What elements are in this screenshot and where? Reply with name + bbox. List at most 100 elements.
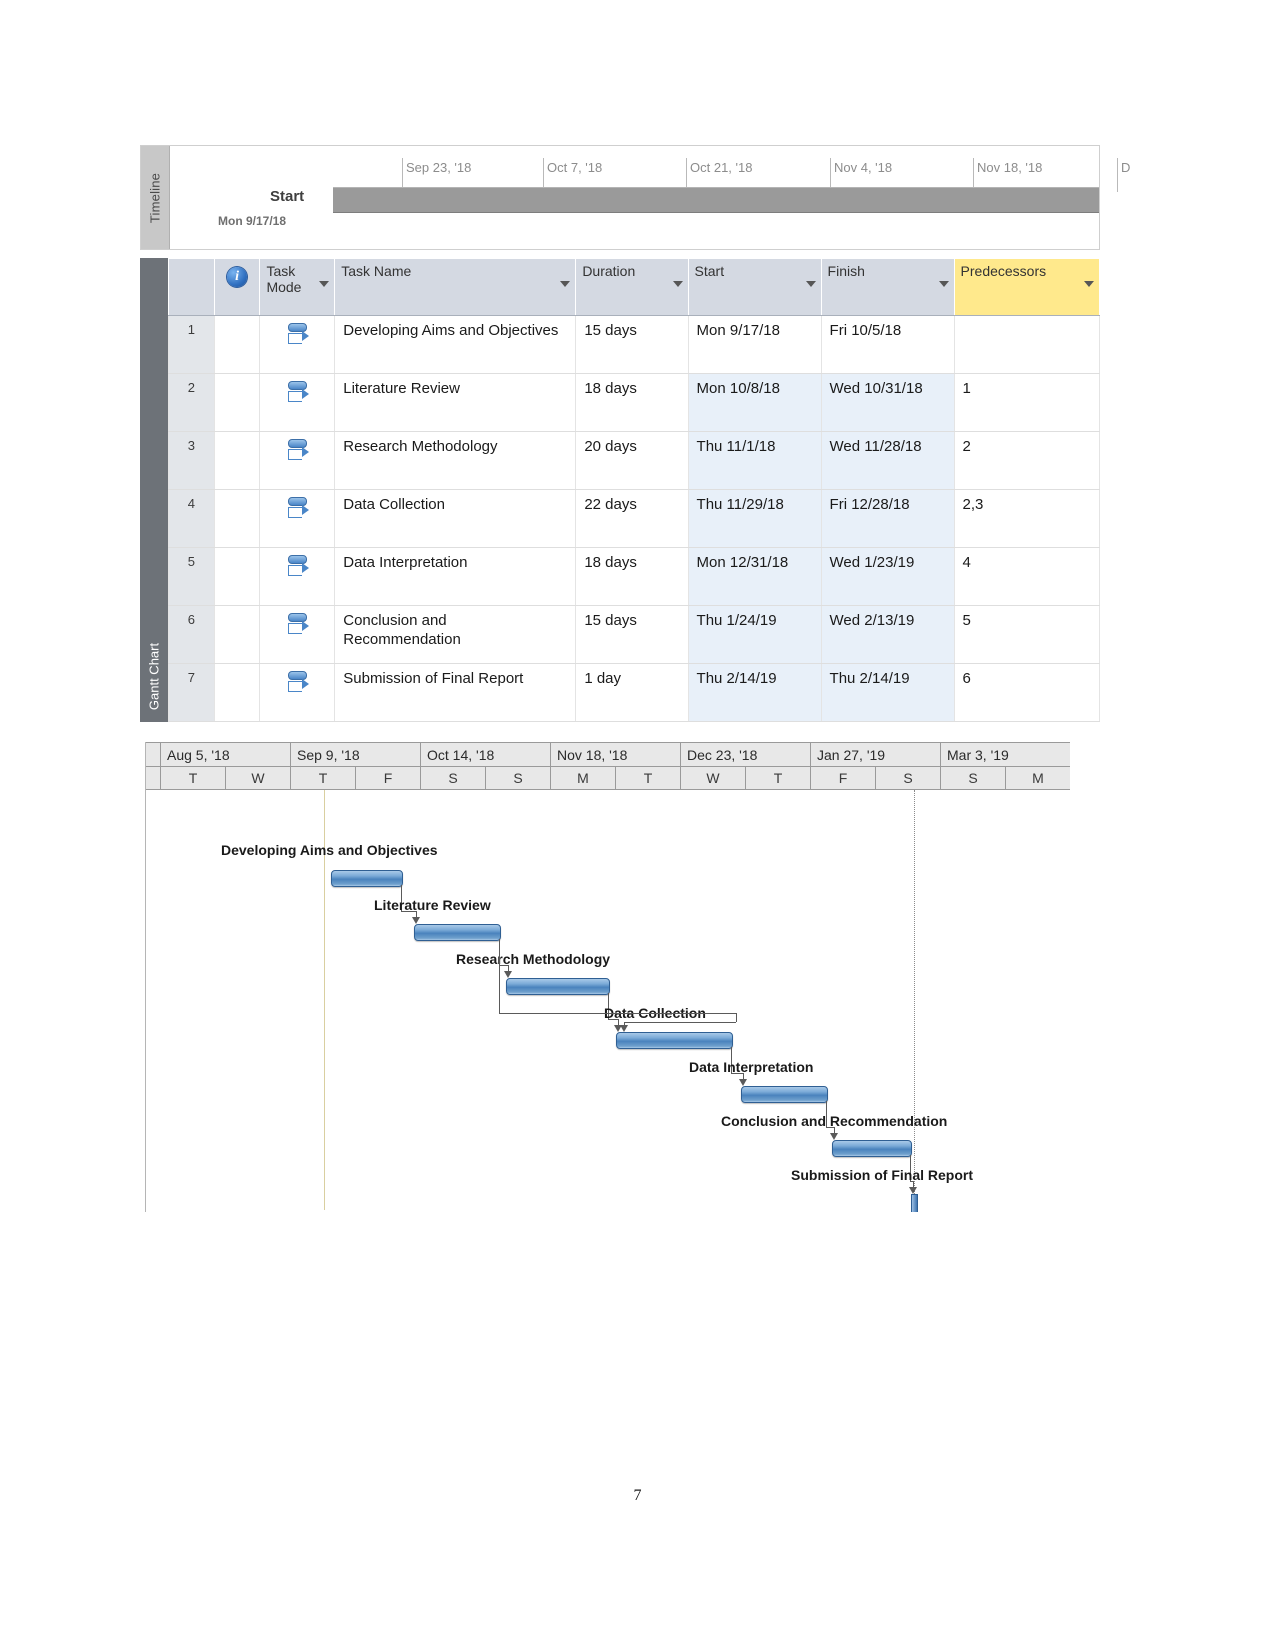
column-header-task-name-label: Task Name xyxy=(341,263,412,279)
duration-cell[interactable]: 15 days xyxy=(575,315,689,374)
start-cell[interactable]: Mon 9/17/18 xyxy=(687,315,822,374)
row-number[interactable]: 7 xyxy=(168,663,215,722)
column-header-indicator[interactable]: i xyxy=(213,258,261,316)
row-number[interactable]: 2 xyxy=(168,373,215,432)
column-header-duration[interactable]: Duration xyxy=(575,258,689,316)
table-row[interactable]: 4 Data Collection 22 days Thu 11/29/18 Fri 1… xyxy=(168,489,1100,548)
table-row[interactable]: 7 Submission of Final Report 1 day Thu 2/14… xyxy=(168,663,1100,722)
duration-cell[interactable]: 20 days xyxy=(575,431,689,490)
row-indicator-cell[interactable] xyxy=(213,605,261,664)
chevron-down-icon[interactable] xyxy=(560,281,571,287)
chevron-down-icon[interactable] xyxy=(805,281,816,287)
timeline-span-bar[interactable] xyxy=(333,187,1099,213)
timescale-lead-cell xyxy=(146,767,161,789)
finish-cell[interactable]: Wed 2/13/19 xyxy=(820,605,955,664)
predecessors-cell[interactable]: 4 xyxy=(953,547,1100,606)
finish-cell[interactable]: Fri 10/5/18 xyxy=(820,315,955,374)
row-number[interactable]: 6 xyxy=(168,605,215,664)
duration-cell[interactable]: 18 days xyxy=(575,373,689,432)
gantt-bar-label: Research Methodology xyxy=(456,951,611,967)
column-header-task-mode[interactable]: Task Mode xyxy=(259,258,336,316)
task-mode-cell[interactable] xyxy=(259,547,336,606)
row-indicator-cell[interactable] xyxy=(213,547,261,606)
task-mode-cell[interactable] xyxy=(259,315,336,374)
task-mode-cell[interactable] xyxy=(259,663,336,722)
duration-cell[interactable]: 18 days xyxy=(575,547,689,606)
chevron-down-icon[interactable] xyxy=(1084,281,1094,287)
timeline-tick-label: Oct 21, '18 xyxy=(690,160,753,175)
timescale-major-cell: Aug 5, '18 xyxy=(161,743,291,766)
row-number[interactable]: 3 xyxy=(168,431,215,490)
timeline-body: Sep 23, '18 Oct 7, '18 Oct 21, '18 Nov 4, '… xyxy=(170,146,1130,249)
task-name-cell[interactable]: Conclusion and Recommendation xyxy=(334,605,577,664)
task-name-cell[interactable]: Research Methodology xyxy=(334,431,577,490)
row-indicator-cell[interactable] xyxy=(213,663,261,722)
timeline-view-tab[interactable]: Timeline xyxy=(141,146,170,249)
start-cell[interactable]: Mon 10/8/18 xyxy=(687,373,822,432)
task-name-cell[interactable]: Submission of Final Report xyxy=(334,663,577,722)
finish-cell[interactable]: Thu 2/14/19 xyxy=(820,663,955,722)
predecessors-cell[interactable]: 1 xyxy=(953,373,1100,432)
duration-cell[interactable]: 15 days xyxy=(575,605,689,664)
column-header-start[interactable]: Start xyxy=(687,258,822,316)
task-mode-cell[interactable] xyxy=(259,373,336,432)
info-icon: i xyxy=(227,267,248,287)
predecessors-cell[interactable]: 2,3 xyxy=(953,489,1100,548)
column-header-predecessors[interactable]: Predecessors xyxy=(953,258,1100,316)
duration-cell[interactable]: 22 days xyxy=(575,489,689,548)
duration-cell[interactable]: 1 day xyxy=(575,663,689,722)
predecessors-cell[interactable]: 2 xyxy=(953,431,1100,490)
gantt-chart-view-tab[interactable]: Gantt Chart xyxy=(140,258,168,722)
task-mode-cell[interactable] xyxy=(259,489,336,548)
row-indicator-cell[interactable] xyxy=(213,373,261,432)
timeline-tick-label: Oct 7, '18 xyxy=(547,160,603,175)
task-mode-cell[interactable] xyxy=(259,431,336,490)
table-row[interactable]: 5 Data Interpretation 18 days Mon 12/31/18 W… xyxy=(168,547,1100,606)
table-row[interactable]: 1 Developing Aims and Objectives 15 days Mo… xyxy=(168,315,1100,374)
task-name-cell[interactable]: Developing Aims and Objectives xyxy=(334,315,577,374)
gantt-bar[interactable] xyxy=(331,870,403,887)
table-row[interactable]: 2 Literature Review 18 days Mon 10/8/18 Wed … xyxy=(168,373,1100,432)
timescale-major-cell: Jan 27, '19 xyxy=(811,743,941,766)
gantt-chart-area: Aug 5, '18 Sep 9, '18 Oct 14, '18 Nov 18, '… xyxy=(145,742,1070,1212)
predecessors-cell[interactable] xyxy=(953,315,1100,374)
task-mode-cell[interactable] xyxy=(259,605,336,664)
finish-cell[interactable]: Fri 12/28/18 xyxy=(820,489,955,548)
finish-cell[interactable]: Wed 10/31/18 xyxy=(820,373,955,432)
timeline-view-tab-label: Timeline xyxy=(147,172,163,223)
row-indicator-cell[interactable] xyxy=(213,315,261,374)
start-cell[interactable]: Thu 11/29/18 xyxy=(687,489,822,548)
chevron-down-icon[interactable] xyxy=(672,281,683,287)
finish-cell[interactable]: Wed 1/23/19 xyxy=(820,547,955,606)
column-header-rownum xyxy=(168,258,215,316)
gantt-milestone[interactable] xyxy=(911,1194,918,1212)
task-name-cell[interactable]: Literature Review xyxy=(334,373,577,432)
finish-cell[interactable]: Wed 11/28/18 xyxy=(820,431,955,490)
predecessors-cell[interactable]: 5 xyxy=(953,605,1100,664)
row-indicator-cell[interactable] xyxy=(213,489,261,548)
row-indicator-cell[interactable] xyxy=(213,431,261,490)
gantt-bar[interactable] xyxy=(414,924,501,941)
start-cell[interactable]: Thu 1/24/19 xyxy=(687,605,822,664)
timescale-minor-cell: S xyxy=(421,767,486,789)
gantt-bar[interactable] xyxy=(741,1086,828,1103)
gantt-bar[interactable] xyxy=(832,1140,912,1157)
chevron-down-icon[interactable] xyxy=(938,281,949,287)
column-header-task-name[interactable]: Task Name xyxy=(334,258,577,316)
column-header-finish[interactable]: Finish xyxy=(820,258,955,316)
start-cell[interactable]: Thu 11/1/18 xyxy=(687,431,822,490)
gantt-bar[interactable] xyxy=(506,978,610,995)
table-row[interactable]: 6 Conclusion and Recommendation 15 days Thu… xyxy=(168,605,1100,664)
gantt-bar[interactable] xyxy=(616,1032,733,1049)
task-name-cell[interactable]: Data Interpretation xyxy=(334,547,577,606)
start-cell[interactable]: Mon 12/31/18 xyxy=(687,547,822,606)
timeline-tick-label: Nov 18, '18 xyxy=(977,160,1043,175)
row-number[interactable]: 1 xyxy=(168,315,215,374)
start-cell[interactable]: Thu 2/14/19 xyxy=(687,663,822,722)
table-row[interactable]: 3 Research Methodology 20 days Thu 11/1/18 W… xyxy=(168,431,1100,490)
predecessors-cell[interactable]: 6 xyxy=(953,663,1100,722)
task-name-cell[interactable]: Data Collection xyxy=(334,489,577,548)
chevron-down-icon[interactable] xyxy=(319,281,330,287)
row-number[interactable]: 5 xyxy=(168,547,215,606)
row-number[interactable]: 4 xyxy=(168,489,215,548)
